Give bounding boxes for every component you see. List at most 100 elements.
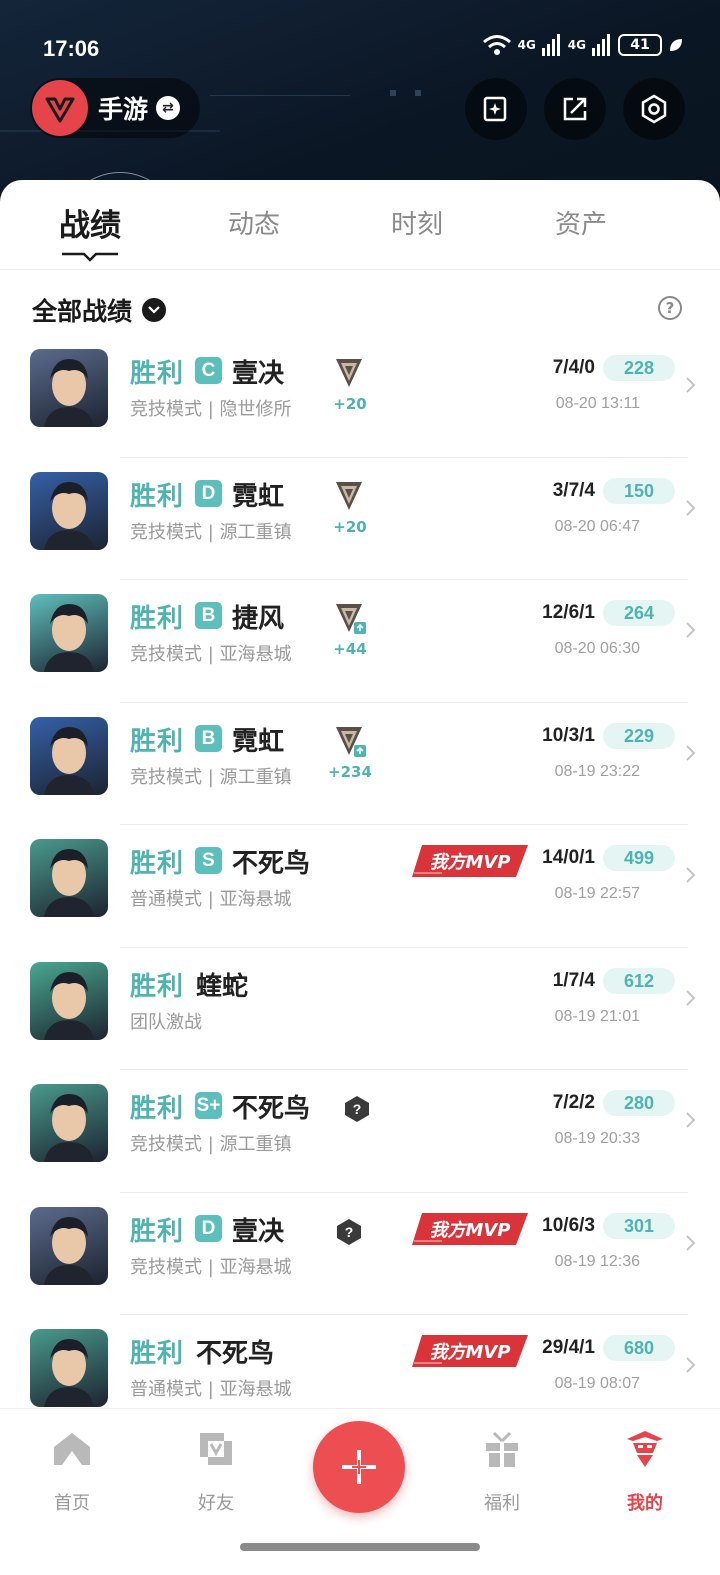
nav-benefits[interactable]: 福利 [457,1427,547,1515]
rank-badge-icon [336,481,362,510]
mvp-badge: 我方MVP [412,845,528,877]
match-mode: 竞技模式 | 源工重镇 [130,766,292,788]
kda-value: 1/7/4 [552,969,595,991]
share-icon [563,97,587,121]
agent-name: 霓虹 [232,726,285,757]
agent-avatar [30,1206,108,1285]
home-indicator [240,1543,480,1551]
match-mode: 普通模式 | 亚海悬城 [130,1379,292,1400]
score-badge: 264 [603,600,675,626]
chevron-right-icon [686,1234,696,1251]
nav-label: 首页 [54,1493,90,1514]
agent-name: 壹决 [232,1216,285,1247]
tab-records[interactable]: 战绩 [20,200,160,245]
status-icons: 4G 4G 41 [482,34,684,56]
tab-moments[interactable]: 时刻 [347,204,487,241]
sparkle-card-icon [483,96,507,122]
agent-avatar [30,471,108,550]
mvp-label: 我方MVP [429,1220,510,1241]
nav-label: 好友 [198,1493,234,1514]
rank-badge-icon [336,726,366,757]
agent-avatar [30,839,108,917]
match-row[interactable]: 胜利 B 捷风 竞技模式 | 亚海悬城 +44 12/6/1 264 08-20 06:30 [0,580,720,703]
kda-value: 10/6/3 [542,1214,595,1236]
chevron-right-icon [686,377,696,393]
match-result: 胜利 [130,1216,185,1247]
match-result: 胜利 [130,971,185,1002]
mvp-label: 我方MVP [429,852,510,873]
kda-value: 7/2/2 [552,1092,595,1113]
match-time: 08-19 20:33 [554,1130,640,1147]
agent-name: 不死鸟 [196,1339,275,1369]
match-row[interactable]: 胜利 S+ 不死鸟 竞技模式 | 源工重镇? 7/2/2 280 08-19 20:33 [0,1070,720,1193]
nav-home[interactable]: 首页 [27,1427,117,1515]
add-button[interactable] [313,1421,405,1513]
gift-icon [486,1431,518,1467]
score-badge: 680 [603,1335,675,1361]
agent-avatar [30,594,108,672]
match-time: 08-19 12:36 [554,1252,640,1270]
chevron-right-icon [686,1357,696,1373]
kda-value: 14/0/1 [542,847,595,868]
help-icon[interactable]: ? [658,296,682,320]
score-badge: 301 [603,1212,675,1239]
kda-value: 12/6/1 [542,602,595,623]
agent-avatar [30,1329,108,1407]
grade-badge: S+ [195,1092,222,1119]
grade-badge: B [195,724,222,752]
match-result: 胜利 [130,849,185,879]
rank-badge-icon [336,604,366,634]
match-result: 胜利 [130,481,185,512]
match-time: 08-20 06:30 [554,640,640,657]
valorant-logo-icon [32,80,88,136]
kda-value: 3/7/4 [552,479,595,501]
score-badge: 228 [603,355,675,381]
mvp-label: 我方MVP [429,1342,510,1363]
match-mode: 竞技模式 | 隐世修所 [130,399,292,420]
match-row[interactable]: 胜利 S 不死鸟 普通模式 | 亚海悬城 我方MVP 14/0/1 499 08-19 2… [0,825,720,948]
chevron-right-icon [686,622,696,638]
wifi-icon [482,35,511,55]
nav-label: 福利 [484,1493,520,1514]
nav-me[interactable]: 我的 [600,1427,690,1515]
status-time: 17:06 [43,36,100,61]
match-row[interactable]: 胜利 D 霓虹 竞技模式 | 源工重镇 +20 3/7/4 150 08-20 06:47 [0,458,720,580]
grade-badge: D [195,479,222,507]
agent-avatar [30,1084,108,1162]
battery-indicator: 41 [618,34,662,56]
match-mode: 竞技模式 | 亚海悬城 [130,1256,292,1278]
plus-icon [342,1450,376,1484]
match-result: 胜利 [130,604,185,634]
match-mode: 竞技模式 | 亚海悬城 [130,644,292,665]
settings-button[interactable] [623,78,685,140]
rank-delta: +20 [333,517,367,536]
network-label-1: 4G [517,38,536,52]
grade-badge: S [195,847,222,874]
battery-level: 41 [630,37,650,53]
match-mode: 竞技模式 | 源工重镇 [130,1134,292,1155]
filter-label: 全部战绩 [32,297,133,326]
match-row[interactable]: 胜利 C 壹决 竞技模式 | 隐世修所 +20 7/4/0 228 08-20 13:11 [0,335,720,458]
nav-friends[interactable]: 好友 [171,1427,261,1515]
match-time: 08-19 21:01 [554,1007,640,1025]
sparkle-card-button[interactable] [465,78,527,140]
match-result: 胜利 [130,726,185,757]
mode-switcher[interactable]: 手游 ⇄ [30,78,200,138]
tab-feed[interactable]: 动态 [184,204,324,241]
match-time: 08-19 23:22 [554,762,640,780]
agent-avatar [30,349,108,427]
match-row[interactable]: 胜利 B 霓虹 竞技模式 | 源工重镇 +234 10/3/1 229 08-19 23:2… [0,703,720,825]
tab-assets[interactable]: 资产 [511,204,651,241]
match-row[interactable]: 胜利 D 壹决 竞技模式 | 亚海悬城? 我方MVP 10/6/3 301 08-19 1… [0,1193,720,1315]
records-filter[interactable]: 全部战绩 [32,292,167,328]
unranked-icon: ? [345,1096,369,1122]
share-button[interactable] [544,78,606,140]
swap-icon: ⇄ [156,96,181,120]
rank-delta: +44 [333,640,367,658]
match-row[interactable]: 胜利 蝰蛇 团队激战 1/7/4 612 08-19 21:01 [0,948,720,1070]
match-row[interactable]: 胜利 不死鸟 普通模式 | 亚海悬城 我方MVP 29/4/1 680 08-19 08… [0,1315,720,1410]
home-icon [54,1433,90,1465]
chevron-right-icon [686,989,696,1006]
match-mode: 竞技模式 | 源工重镇 [130,521,292,543]
grade-badge: D [195,1214,222,1242]
